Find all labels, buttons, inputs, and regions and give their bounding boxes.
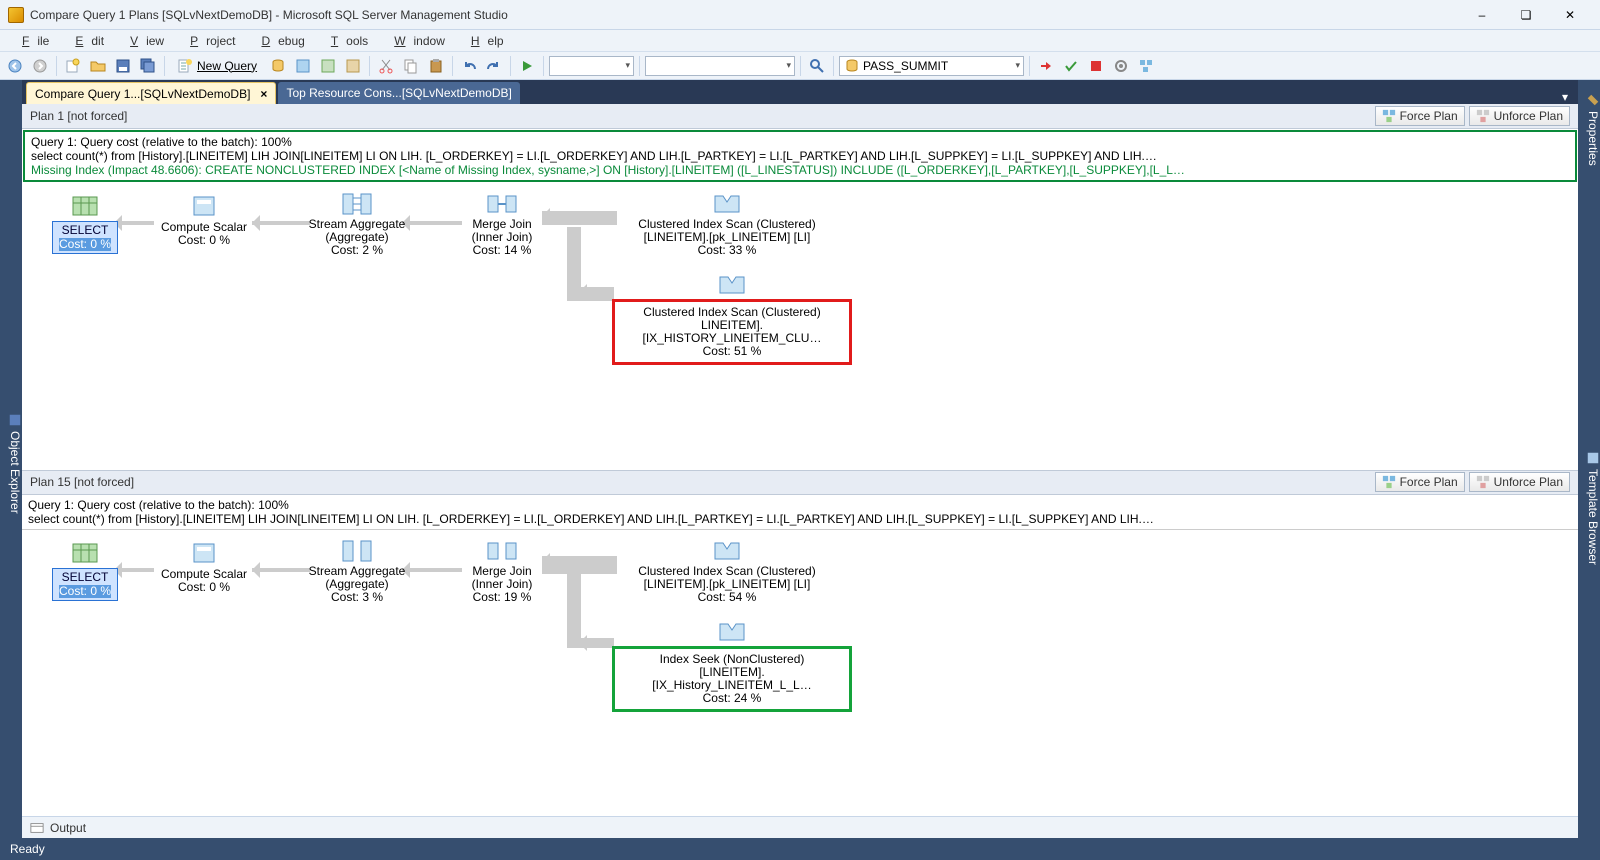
document-tabstrip: Compare Query 1...[SQLvNextDemoDB]× Top … [22, 80, 1578, 104]
object-explorer-tab[interactable]: Object Explorer [0, 80, 22, 838]
tabstrip-overflow-icon[interactable]: ▾ [1556, 90, 1574, 104]
body-area: Object Explorer Compare Query 1...[SQLvN… [0, 80, 1600, 838]
menu-view[interactable]: View [114, 32, 172, 50]
arrow [542, 556, 617, 574]
plan2-query-text: Query 1: Query cost (relative to the bat… [22, 495, 1578, 530]
forward-button[interactable] [29, 55, 51, 77]
arrow [542, 211, 617, 225]
menu-bar: File Edit View Project Debug Tools Windo… [0, 30, 1600, 52]
properties-tab[interactable]: Properties [1578, 80, 1600, 170]
start-debug-icon[interactable] [516, 55, 538, 77]
plan1-unforce-button[interactable]: Unforce Plan [1469, 106, 1570, 126]
plan2-unforce-button[interactable]: Unforce Plan [1469, 472, 1570, 492]
solution-platform-dropdown[interactable] [645, 56, 795, 76]
plan2-node-compute[interactable]: Compute ScalarCost: 0 % [154, 542, 254, 594]
menu-file[interactable]: File [6, 32, 57, 50]
tab-top-resource[interactable]: Top Resource Cons...[SQLvNextDemoDB] [278, 82, 519, 104]
save-all-icon[interactable] [137, 55, 159, 77]
find-icon[interactable] [806, 55, 828, 77]
menu-help[interactable]: Help [455, 32, 512, 50]
back-button[interactable] [4, 55, 26, 77]
cut-icon[interactable] [375, 55, 397, 77]
plan1-node-compute[interactable]: Compute ScalarCost: 0 % [154, 195, 254, 247]
window-title: Compare Query 1 Plans [SQLvNextDemoDB] -… [30, 8, 508, 22]
save-icon[interactable] [112, 55, 134, 77]
plan2-canvas[interactable]: SELECTCost: 0 % Compute ScalarCost: 0 % … [22, 530, 1578, 817]
plan2-node-scan1[interactable]: Clustered Index Scan (Clustered)[LINEITE… [622, 539, 832, 604]
plan1-node-scan2[interactable]: Clustered Index Scan (Clustered)LINEITEM… [612, 273, 852, 365]
xmla-query-icon[interactable] [342, 55, 364, 77]
status-bar: Ready [0, 838, 1600, 860]
plan2-force-button[interactable]: Force Plan [1375, 472, 1465, 492]
paste-icon[interactable] [425, 55, 447, 77]
arrow [114, 221, 154, 225]
plan1-node-stream[interactable]: Stream Aggregate(Aggregate)Cost: 2 % [302, 192, 412, 257]
maximize-button[interactable]: ❏ [1504, 0, 1548, 30]
plan2-header: Plan 15 [not forced] Force Plan Unforce … [22, 470, 1578, 495]
window-titlebar: Compare Query 1 Plans [SQLvNextDemoDB] -… [0, 0, 1600, 30]
app-icon [8, 7, 24, 23]
plan2-node-select[interactable]: SELECTCost: 0 % [52, 542, 118, 601]
plan2-node-seek[interactable]: Index Seek (NonClustered)[LINEITEM].[IX_… [612, 620, 852, 712]
document-area: Compare Query 1...[SQLvNextDemoDB]× Top … [22, 80, 1578, 838]
menu-edit[interactable]: Edit [59, 32, 112, 50]
compare-plan-document: Plan 1 [not forced] Force Plan Unforce P… [22, 104, 1578, 816]
output-panel-header[interactable]: Output [22, 816, 1578, 838]
display-plan-icon[interactable] [1135, 55, 1157, 77]
plan2-node-merge[interactable]: Merge Join(Inner Join)Cost: 19 % [457, 539, 547, 604]
menu-debug[interactable]: Debug [245, 32, 312, 50]
options-icon[interactable] [1110, 55, 1132, 77]
plan1-canvas[interactable]: SELECTCost: 0 % Compute ScalarCost: 0 % … [22, 183, 1578, 470]
mdx-query-icon[interactable] [292, 55, 314, 77]
copy-icon[interactable] [400, 55, 422, 77]
arrow [579, 638, 614, 648]
menu-project[interactable]: Project [174, 32, 243, 50]
solution-config-dropdown[interactable] [549, 56, 634, 76]
plan1-node-select[interactable]: SELECTCost: 0 % [52, 195, 118, 254]
arrow [579, 287, 614, 301]
redo-icon[interactable] [483, 55, 505, 77]
database-dropdown[interactable]: PASS_SUMMIT [839, 56, 1024, 76]
db-engine-query-icon[interactable] [267, 55, 289, 77]
parse-icon[interactable] [1060, 55, 1082, 77]
undo-icon[interactable] [458, 55, 480, 77]
plan1-node-scan1[interactable]: Clustered Index Scan (Clustered)[LINEITE… [622, 192, 832, 257]
tab-close-icon[interactable]: × [260, 87, 267, 101]
minimize-button[interactable]: – [1460, 0, 1504, 30]
execute-icon[interactable] [1035, 55, 1057, 77]
template-browser-tab[interactable]: Template Browser [1578, 170, 1600, 838]
tab-compare-query[interactable]: Compare Query 1...[SQLvNextDemoDB]× [26, 82, 276, 104]
menu-tools[interactable]: Tools [315, 32, 376, 50]
main-toolbar: New Query PASS_SUMMIT [0, 52, 1600, 80]
plan2-node-stream[interactable]: Stream Aggregate(Aggregate)Cost: 3 % [302, 539, 412, 604]
plan1-node-merge[interactable]: Merge Join(Inner Join)Cost: 14 % [457, 192, 547, 257]
plan1-header: Plan 1 [not forced] Force Plan Unforce P… [22, 104, 1578, 129]
status-text: Ready [10, 842, 45, 856]
new-project-icon[interactable] [62, 55, 84, 77]
new-query-button[interactable]: New Query [170, 55, 264, 77]
open-icon[interactable] [87, 55, 109, 77]
plan1-query-text: Query 1: Query cost (relative to the bat… [23, 130, 1577, 182]
arrow [114, 568, 154, 572]
dmx-query-icon[interactable] [317, 55, 339, 77]
cancel-query-icon[interactable] [1085, 55, 1107, 77]
plan1-force-button[interactable]: Force Plan [1375, 106, 1465, 126]
close-button[interactable]: ✕ [1548, 0, 1592, 30]
menu-window[interactable]: Window [378, 32, 453, 50]
